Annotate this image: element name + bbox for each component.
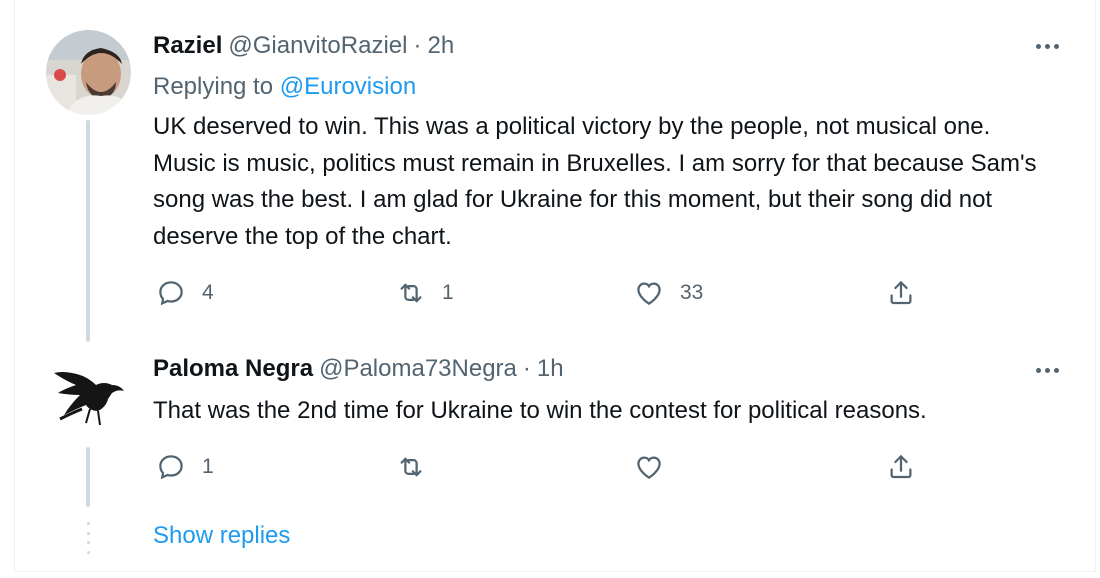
tweet-text: That was the 2nd time for Ukraine to win… (153, 397, 927, 424)
heart-icon (637, 282, 661, 305)
tweet-paloma-negra[interactable]: Paloma Negra @Paloma73Negra · 1h That wa… (0, 345, 1100, 515)
author-handle[interactable]: @Paloma73Negra (319, 355, 517, 383)
reply-count: 1 (202, 455, 214, 478)
tweet-header: Raziel @GianvitoRaziel · 2h (153, 30, 454, 62)
tweet-actions: 4 1 33 (0, 273, 1100, 313)
like-count: 33 (680, 281, 704, 304)
retweet-icon (400, 283, 422, 303)
retweet-button[interactable]: 1 (396, 273, 454, 313)
reply-button[interactable]: 1 (156, 447, 214, 487)
separator: · (522, 355, 531, 382)
share-button[interactable] (886, 273, 916, 313)
reply-icon (159, 455, 183, 480)
author-name[interactable]: Raziel (153, 32, 222, 60)
more-options-icon[interactable] (1030, 36, 1064, 56)
avatar-photo-icon (46, 30, 131, 115)
reply-icon (159, 281, 183, 306)
timestamp[interactable]: 2h (427, 32, 454, 60)
thread-continuation-dots (87, 522, 90, 554)
tweet-header: Paloma Negra @Paloma73Negra · 1h (153, 353, 564, 385)
reply-count: 4 (202, 281, 214, 304)
show-replies-link[interactable]: Show replies (153, 522, 290, 550)
heart-icon (637, 456, 661, 479)
tweet-text: UK deserved to win. This was a political… (153, 113, 1037, 250)
retweet-count: 1 (442, 281, 454, 304)
retweet-button[interactable] (396, 447, 442, 487)
avatar[interactable] (46, 353, 131, 438)
author-handle[interactable]: @GianvitoRaziel (228, 32, 407, 60)
timestamp[interactable]: 1h (537, 355, 564, 383)
replying-to: Replying to @Eurovision (153, 73, 416, 101)
more-options-icon[interactable] (1030, 360, 1064, 380)
reply-button[interactable]: 4 (156, 273, 214, 313)
tweet-actions: 1 (0, 447, 1100, 487)
retweet-icon (400, 457, 422, 477)
tweet-raziel[interactable]: Raziel @GianvitoRaziel · 2h Replying to … (0, 0, 1100, 345)
author-name[interactable]: Paloma Negra (153, 355, 313, 383)
share-icon (890, 281, 912, 305)
share-icon (890, 455, 912, 479)
bird-avatar-icon (46, 353, 131, 438)
share-button[interactable] (886, 447, 916, 487)
replying-mention[interactable]: @Eurovision (280, 73, 416, 100)
like-button[interactable]: 33 (634, 273, 703, 313)
avatar[interactable] (46, 30, 131, 115)
like-button[interactable] (634, 447, 680, 487)
separator: · (413, 32, 422, 59)
replying-prefix: Replying to (153, 73, 274, 100)
